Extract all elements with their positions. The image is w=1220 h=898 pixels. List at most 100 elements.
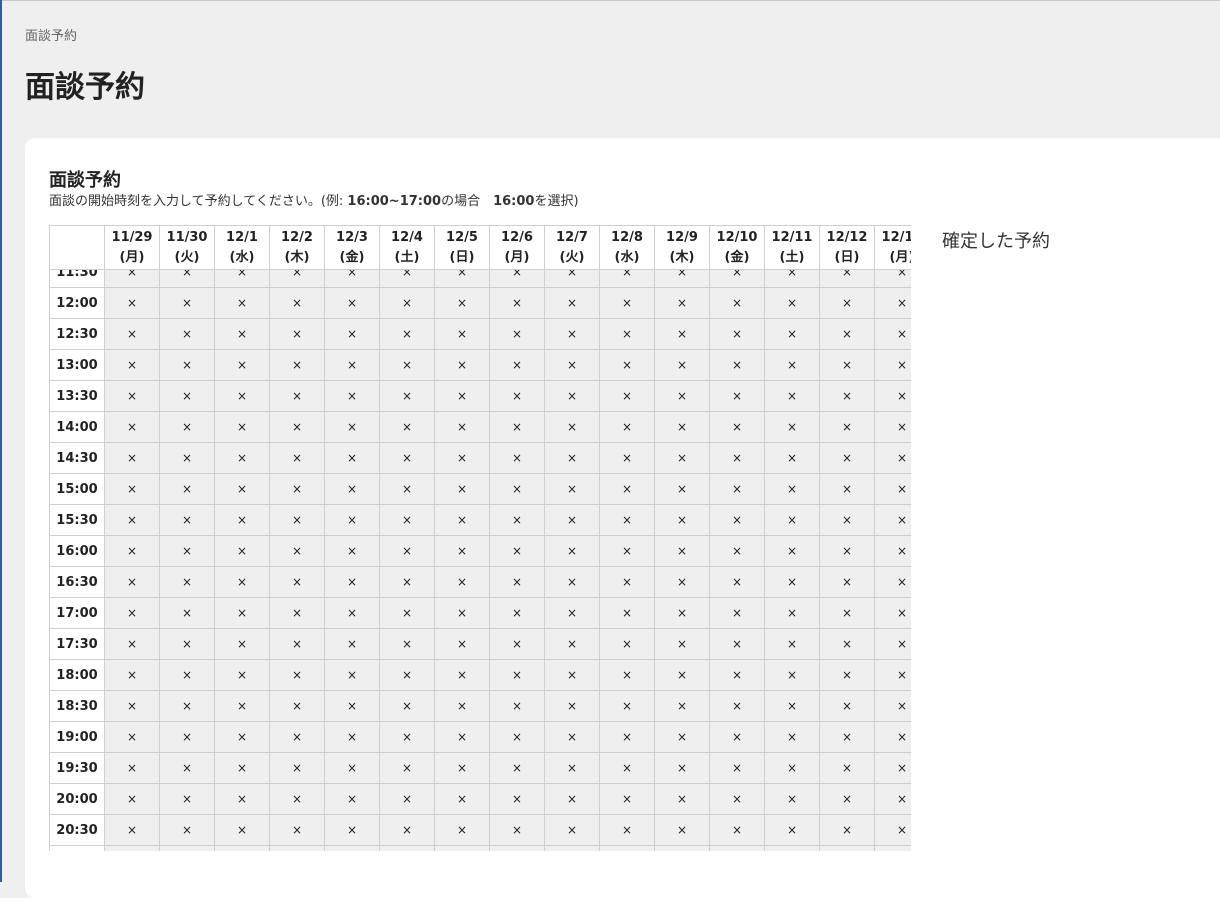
time-slot-cell[interactable]: × <box>215 660 270 691</box>
time-slot-cell[interactable]: × <box>875 846 911 851</box>
time-slot-cell[interactable]: × <box>820 846 875 851</box>
time-slot-cell[interactable]: × <box>160 722 215 753</box>
time-slot-cell[interactable]: × <box>215 753 270 784</box>
time-slot-cell[interactable]: × <box>545 381 600 412</box>
time-slot-cell[interactable]: × <box>490 381 545 412</box>
time-slot-cell[interactable]: × <box>160 753 215 784</box>
time-slot-cell[interactable]: × <box>270 753 325 784</box>
time-slot-cell[interactable]: × <box>435 784 490 815</box>
time-slot-cell[interactable]: × <box>820 629 875 660</box>
time-slot-cell[interactable]: × <box>490 567 545 598</box>
time-slot-cell[interactable]: × <box>435 381 490 412</box>
time-slot-cell[interactable]: × <box>105 629 160 660</box>
time-slot-cell[interactable]: × <box>435 412 490 443</box>
time-slot-cell[interactable]: × <box>820 319 875 350</box>
time-slot-cell[interactable]: × <box>435 505 490 536</box>
time-slot-cell[interactable]: × <box>435 598 490 629</box>
time-slot-cell[interactable]: × <box>435 815 490 846</box>
time-slot-cell[interactable]: × <box>435 753 490 784</box>
time-slot-cell[interactable]: × <box>435 722 490 753</box>
time-slot-cell[interactable]: × <box>600 381 655 412</box>
time-slot-cell[interactable]: × <box>325 270 380 288</box>
time-slot-cell[interactable]: × <box>765 660 820 691</box>
time-slot-cell[interactable]: × <box>270 288 325 319</box>
time-slot-cell[interactable]: × <box>160 660 215 691</box>
time-slot-cell[interactable]: × <box>710 443 765 474</box>
time-slot-cell[interactable]: × <box>215 505 270 536</box>
time-slot-cell[interactable]: × <box>655 815 710 846</box>
time-slot-cell[interactable]: × <box>270 598 325 629</box>
time-slot-cell[interactable]: × <box>325 567 380 598</box>
time-slot-cell[interactable]: × <box>490 536 545 567</box>
time-slot-cell[interactable]: × <box>215 691 270 722</box>
time-slot-cell[interactable]: × <box>710 288 765 319</box>
time-slot-cell[interactable]: × <box>160 846 215 851</box>
time-slot-cell[interactable]: × <box>160 270 215 288</box>
time-slot-cell[interactable]: × <box>325 536 380 567</box>
schedule-body[interactable]: 11:30 × × × × × × × × × × × × × × × 12:00 × × × × × × × × × × × × × × ×… <box>50 270 911 851</box>
time-slot-cell[interactable]: × <box>380 691 435 722</box>
time-slot-cell[interactable]: × <box>710 412 765 443</box>
time-slot-cell[interactable]: × <box>710 753 765 784</box>
time-slot-cell[interactable]: × <box>820 474 875 505</box>
time-slot-cell[interactable]: × <box>105 691 160 722</box>
time-slot-cell[interactable]: × <box>380 288 435 319</box>
time-slot-cell[interactable]: × <box>325 660 380 691</box>
time-slot-cell[interactable]: × <box>710 381 765 412</box>
time-slot-cell[interactable]: × <box>600 629 655 660</box>
time-slot-cell[interactable]: × <box>105 505 160 536</box>
time-slot-cell[interactable]: × <box>215 350 270 381</box>
time-slot-cell[interactable]: × <box>545 350 600 381</box>
time-slot-cell[interactable]: × <box>490 474 545 505</box>
time-slot-cell[interactable]: × <box>600 270 655 288</box>
time-slot-cell[interactable]: × <box>380 270 435 288</box>
time-slot-cell[interactable]: × <box>380 505 435 536</box>
time-slot-cell[interactable]: × <box>545 536 600 567</box>
time-slot-cell[interactable]: × <box>765 505 820 536</box>
time-slot-cell[interactable]: × <box>435 350 490 381</box>
time-slot-cell[interactable]: × <box>435 319 490 350</box>
time-slot-cell[interactable]: × <box>710 567 765 598</box>
time-slot-cell[interactable]: × <box>325 381 380 412</box>
time-slot-cell[interactable]: × <box>270 381 325 412</box>
time-slot-cell[interactable]: × <box>435 691 490 722</box>
time-slot-cell[interactable]: × <box>545 784 600 815</box>
time-slot-cell[interactable]: × <box>380 660 435 691</box>
time-slot-cell[interactable]: × <box>380 784 435 815</box>
time-slot-cell[interactable]: × <box>655 319 710 350</box>
time-slot-cell[interactable]: × <box>380 536 435 567</box>
time-slot-cell[interactable]: × <box>710 722 765 753</box>
time-slot-cell[interactable]: × <box>270 784 325 815</box>
time-slot-cell[interactable]: × <box>875 443 911 474</box>
time-slot-cell[interactable]: × <box>820 536 875 567</box>
time-slot-cell[interactable]: × <box>215 629 270 660</box>
time-slot-cell[interactable]: × <box>215 288 270 319</box>
time-slot-cell[interactable]: × <box>490 443 545 474</box>
time-slot-cell[interactable]: × <box>380 381 435 412</box>
time-slot-cell[interactable]: × <box>325 598 380 629</box>
time-slot-cell[interactable]: × <box>160 505 215 536</box>
time-slot-cell[interactable]: × <box>545 270 600 288</box>
time-slot-cell[interactable]: × <box>435 536 490 567</box>
time-slot-cell[interactable]: × <box>325 474 380 505</box>
time-slot-cell[interactable]: × <box>655 567 710 598</box>
time-slot-cell[interactable]: × <box>820 381 875 412</box>
time-slot-cell[interactable]: × <box>875 381 911 412</box>
time-slot-cell[interactable]: × <box>105 567 160 598</box>
time-slot-cell[interactable]: × <box>710 815 765 846</box>
time-slot-cell[interactable]: × <box>325 443 380 474</box>
time-slot-cell[interactable]: × <box>380 350 435 381</box>
time-slot-cell[interactable]: × <box>710 784 765 815</box>
time-slot-cell[interactable]: × <box>490 288 545 319</box>
time-slot-cell[interactable]: × <box>765 288 820 319</box>
time-slot-cell[interactable]: × <box>655 784 710 815</box>
schedule-table[interactable]: 11/29 (月) 11/30 (火) 12/1 (水) 12/2 (木) 12/3 (金) 12/… <box>49 225 911 851</box>
time-slot-cell[interactable]: × <box>215 474 270 505</box>
time-slot-cell[interactable]: × <box>270 629 325 660</box>
time-slot-cell[interactable]: × <box>160 598 215 629</box>
time-slot-cell[interactable]: × <box>875 288 911 319</box>
time-slot-cell[interactable]: × <box>820 288 875 319</box>
time-slot-cell[interactable]: × <box>765 443 820 474</box>
time-slot-cell[interactable]: × <box>435 288 490 319</box>
time-slot-cell[interactable]: × <box>820 660 875 691</box>
